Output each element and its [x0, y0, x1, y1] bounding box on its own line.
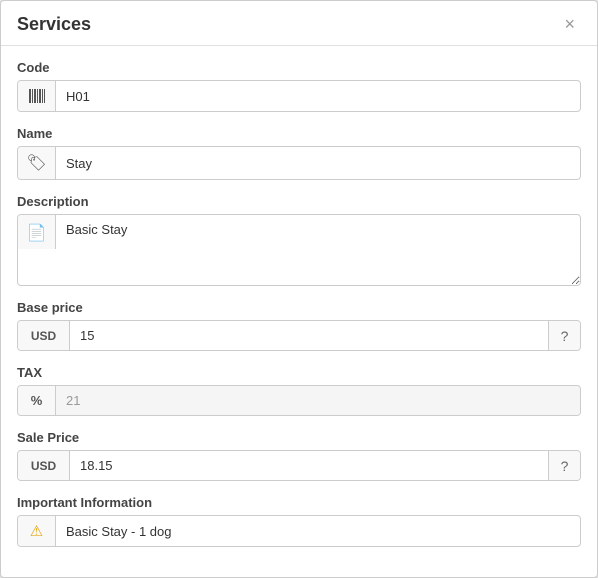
sale-price-currency: USD	[18, 451, 70, 480]
description-label: Description	[17, 194, 581, 209]
modal-body: Code Name	[1, 46, 597, 577]
barcode-icon	[18, 81, 56, 111]
question-icon-2: ?	[561, 458, 569, 474]
question-icon: ?	[561, 328, 569, 344]
sale-price-input-wrapper: USD ?	[17, 450, 581, 481]
base-price-label: Base price	[17, 300, 581, 315]
important-info-input[interactable]	[56, 517, 580, 546]
modal-header: Services ×	[1, 1, 597, 46]
sale-price-input[interactable]	[70, 451, 548, 480]
base-price-currency: USD	[18, 321, 70, 350]
important-info-input-wrapper: ⚠	[17, 515, 581, 547]
name-input-wrapper: 🏷	[17, 146, 581, 180]
description-textarea[interactable]	[56, 215, 580, 285]
close-button[interactable]: ×	[558, 13, 581, 35]
sale-price-field-group: Sale Price USD ?	[17, 430, 581, 481]
code-input[interactable]	[56, 82, 580, 111]
sale-price-help-button[interactable]: ?	[548, 451, 580, 480]
name-input[interactable]	[56, 149, 580, 178]
description-field-group: Description 📄	[17, 194, 581, 286]
code-field-group: Code	[17, 60, 581, 112]
sale-price-label: Sale Price	[17, 430, 581, 445]
percent-icon: %	[18, 386, 56, 415]
base-price-field-group: Base price USD ?	[17, 300, 581, 351]
services-modal: Services × Code	[0, 0, 598, 578]
tax-input-wrapper: %	[17, 385, 581, 416]
base-price-input-wrapper: USD ?	[17, 320, 581, 351]
important-info-label: Important Information	[17, 495, 581, 510]
name-field-group: Name 🏷	[17, 126, 581, 180]
name-label: Name	[17, 126, 581, 141]
warning-icon: ⚠	[18, 516, 56, 546]
modal-title: Services	[17, 14, 91, 35]
code-label: Code	[17, 60, 581, 75]
important-info-field-group: Important Information ⚠	[17, 495, 581, 547]
tax-input	[56, 386, 580, 415]
tax-field-group: TAX %	[17, 365, 581, 416]
base-price-input[interactable]	[70, 321, 548, 350]
tag-icon: 🏷	[18, 147, 56, 179]
description-input-wrapper: 📄	[17, 214, 581, 286]
code-input-wrapper	[17, 80, 581, 112]
document-icon: 📄	[18, 215, 56, 249]
base-price-help-button[interactable]: ?	[548, 321, 580, 350]
tax-label: TAX	[17, 365, 581, 380]
